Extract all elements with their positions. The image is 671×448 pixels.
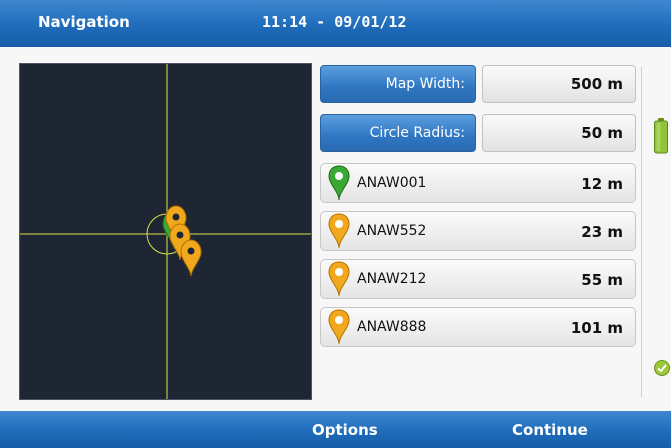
check-icon bbox=[654, 360, 670, 376]
target-distance: 55 m bbox=[581, 271, 623, 289]
target-distance: 12 m bbox=[581, 175, 623, 193]
target-name: ANAW888 bbox=[357, 319, 427, 335]
datetime-display: 11:14 - 09/01/12 bbox=[262, 13, 407, 31]
title-bar: Navigation 11:14 - 09/01/12 bbox=[0, 0, 671, 47]
target-row[interactable]: ANAW212 55 m bbox=[320, 259, 636, 299]
softkey-bar: Options Continue bbox=[0, 411, 671, 448]
options-softkey[interactable]: Options bbox=[312, 421, 378, 439]
orange-pin-icon bbox=[328, 309, 350, 345]
orange-pin-icon bbox=[328, 261, 350, 297]
battery-icon bbox=[654, 118, 668, 154]
map-marker-orange[interactable] bbox=[180, 239, 202, 277]
map-width-button[interactable]: Map Width: bbox=[320, 65, 476, 103]
target-distance: 23 m bbox=[581, 223, 623, 241]
app-title: Navigation bbox=[38, 13, 130, 31]
target-name: ANAW001 bbox=[357, 175, 427, 191]
target-row[interactable]: ANAW552 23 m bbox=[320, 211, 636, 251]
circle-radius-button[interactable]: Circle Radius: bbox=[320, 114, 476, 152]
circle-radius-value[interactable]: 50 m bbox=[482, 114, 636, 152]
target-row[interactable]: ANAW888 101 m bbox=[320, 307, 636, 347]
map-view[interactable] bbox=[19, 63, 312, 400]
target-name: ANAW212 bbox=[357, 271, 427, 287]
map-width-value[interactable]: 500 m bbox=[482, 65, 636, 103]
continue-softkey[interactable]: Continue bbox=[512, 421, 588, 439]
target-distance: 101 m bbox=[570, 319, 623, 337]
target-name: ANAW552 bbox=[357, 223, 427, 239]
status-divider bbox=[641, 67, 642, 397]
map-canvas bbox=[20, 64, 311, 399]
orange-pin-icon bbox=[328, 213, 350, 249]
green-pin-icon bbox=[328, 165, 350, 201]
target-row[interactable]: ANAW001 12 m bbox=[320, 163, 636, 203]
